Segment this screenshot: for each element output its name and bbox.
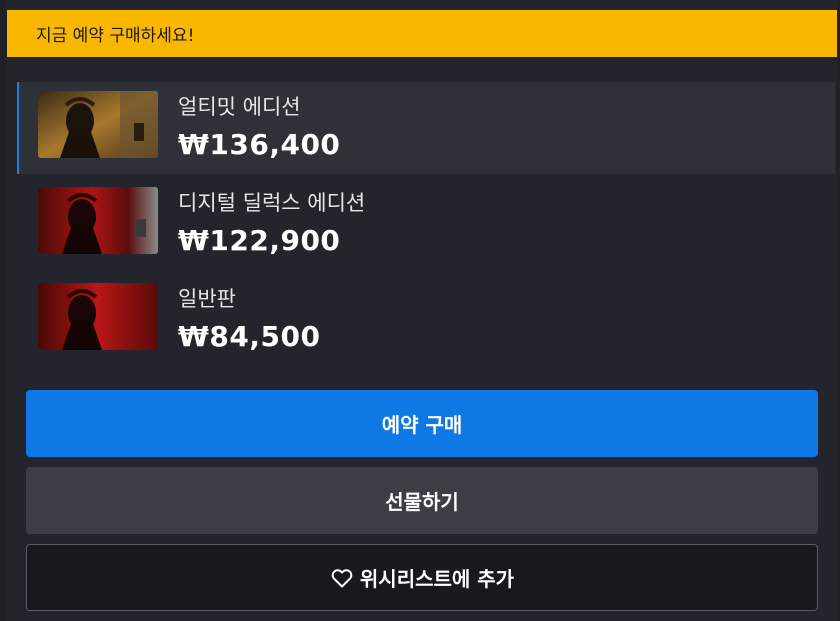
deluxe-edition-thumbnail: [38, 187, 158, 254]
edition-price: ₩84,500: [178, 320, 321, 353]
add-to-wishlist-button[interactable]: 위시리스트에 추가: [26, 544, 818, 611]
edition-name: 얼티밋 에디션: [178, 95, 301, 119]
edition-price: ₩136,400: [178, 128, 341, 161]
preorder-banner: 지금 예약 구매하세요!: [7, 10, 837, 57]
ultimate-edition-thumbnail: [38, 91, 158, 158]
edition-name: 디지털 딜럭스 에디션: [178, 191, 366, 215]
edition-price: ₩122,900: [178, 224, 341, 257]
edition-option-standard[interactable]: 일반판 ₩84,500: [17, 274, 835, 366]
edition-name: 일반판: [178, 287, 236, 311]
edition-option-deluxe[interactable]: 디지털 딜럭스 에디션 ₩122,900: [17, 178, 835, 270]
purchase-panel: 지금 예약 구매하세요! 얼티밋 에디션 ₩136,400 디지털 딜럭스 에디…: [7, 0, 837, 621]
gift-button[interactable]: 선물하기: [26, 467, 818, 534]
wishlist-button-label: 위시리스트에 추가: [359, 567, 515, 591]
banner-text: 지금 예약 구매하세요!: [36, 26, 195, 46]
standard-edition-thumbnail: [38, 283, 158, 350]
edition-option-ultimate[interactable]: 얼티밋 에디션 ₩136,400: [17, 82, 835, 174]
heart-icon: [331, 568, 353, 587]
preorder-button[interactable]: 예약 구매: [26, 390, 818, 457]
gift-button-label: 선물하기: [385, 490, 459, 514]
edition-list: 얼티밋 에디션 ₩136,400 디지털 딜럭스 에디션 ₩122,900 일반…: [17, 82, 835, 370]
preorder-button-label: 예약 구매: [381, 413, 463, 437]
